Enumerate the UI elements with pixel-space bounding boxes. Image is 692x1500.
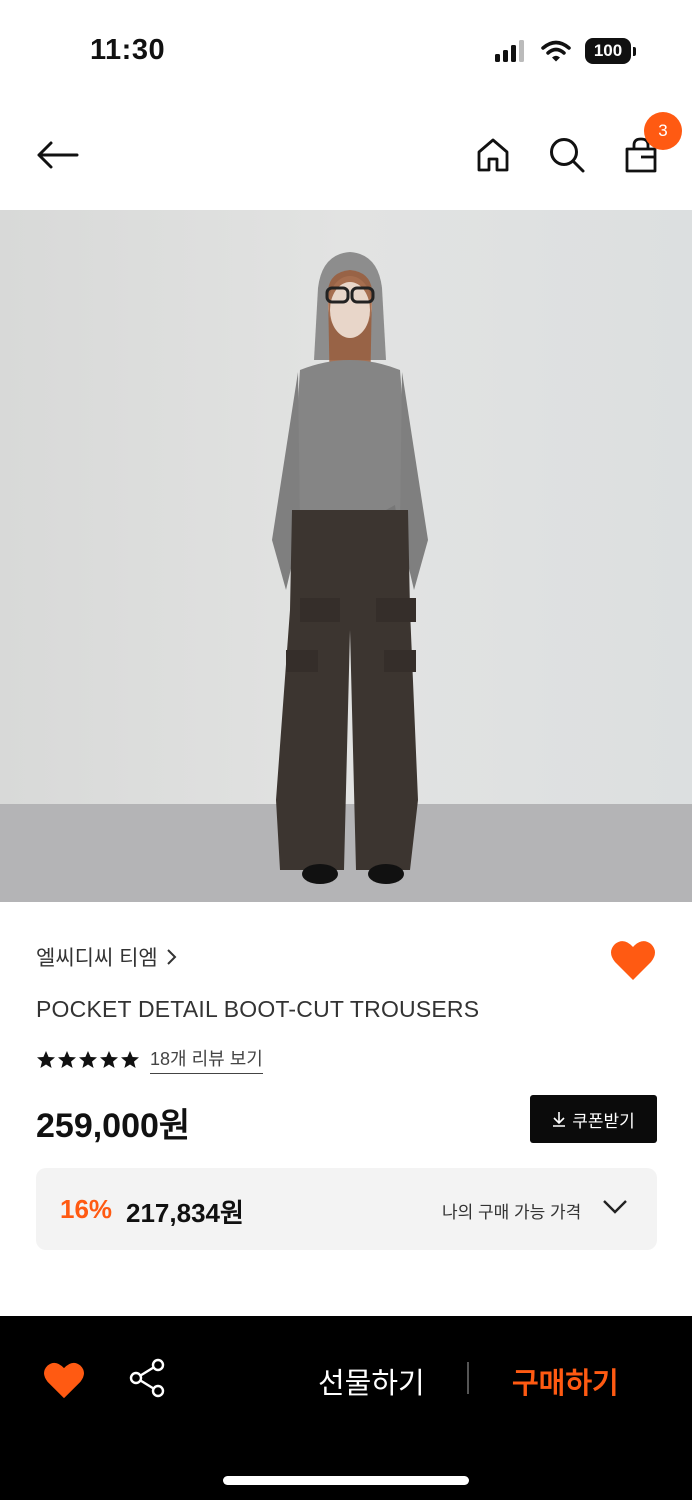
chevron-down-icon xyxy=(603,1200,627,1214)
star-icon xyxy=(58,1050,76,1068)
chevron-right-icon xyxy=(167,949,177,965)
bottom-wishlist-button[interactable] xyxy=(42,1360,86,1400)
arrow-left-icon xyxy=(37,141,79,169)
rating-stars xyxy=(36,1050,140,1070)
back-button[interactable] xyxy=(32,130,82,180)
cart-count-badge: 3 xyxy=(644,112,682,150)
battery-icon: 100 xyxy=(585,38,636,64)
rating-row: 18개 리뷰 보기 xyxy=(36,1045,263,1074)
coupon-label: 쿠폰받기 xyxy=(572,1111,635,1131)
status-bar: 11:30 100 xyxy=(0,0,692,100)
my-price-label: 나의 구매 가능 가격 xyxy=(442,1203,582,1222)
cart-button[interactable]: 3 xyxy=(616,112,682,180)
gift-button[interactable]: 선물하기 xyxy=(318,1360,425,1402)
star-icon xyxy=(121,1050,139,1068)
brand-name: 엘씨디씨 티엠 xyxy=(36,947,158,970)
search-button[interactable] xyxy=(542,130,592,180)
wifi-icon xyxy=(541,40,571,62)
status-icons: 100 xyxy=(495,38,636,64)
product-image[interactable] xyxy=(0,210,692,902)
buy-button[interactable]: 구매하기 xyxy=(512,1360,619,1402)
star-icon xyxy=(79,1050,97,1068)
star-icon xyxy=(37,1050,55,1068)
search-icon xyxy=(550,138,585,173)
home-button[interactable] xyxy=(468,130,518,180)
status-time: 11:30 xyxy=(90,34,166,66)
share-icon xyxy=(129,1358,165,1398)
product-price: 259,000원 xyxy=(36,1107,191,1145)
heart-icon xyxy=(611,941,655,980)
heart-icon xyxy=(44,1362,84,1399)
battery-level: 100 xyxy=(585,38,631,64)
product-photo xyxy=(0,210,692,902)
star-icon xyxy=(100,1050,118,1068)
home-icon xyxy=(477,138,509,172)
wishlist-button[interactable] xyxy=(609,938,657,982)
discount-price: 217,834원 xyxy=(126,1198,244,1228)
discount-rate: 16% xyxy=(60,1194,113,1224)
share-button[interactable] xyxy=(128,1358,168,1398)
home-indicator xyxy=(223,1476,469,1485)
top-nav: 3 xyxy=(0,100,692,210)
coupon-button[interactable]: 쿠폰받기 xyxy=(530,1095,657,1143)
review-link[interactable]: 18개 리뷰 보기 xyxy=(150,1045,263,1074)
signal-icon xyxy=(495,40,524,62)
my-price-box[interactable]: 16% 217,834원 나의 구매 가능 가격 xyxy=(36,1168,657,1250)
download-icon xyxy=(553,1112,566,1127)
product-name: POCKET DETAIL BOOT-CUT TROUSERS xyxy=(36,996,480,1022)
bottom-action-bar: 선물하기 구매하기 xyxy=(0,1316,692,1500)
divider xyxy=(467,1362,469,1394)
brand-link[interactable]: 엘씨디씨 티엠 xyxy=(36,942,178,972)
